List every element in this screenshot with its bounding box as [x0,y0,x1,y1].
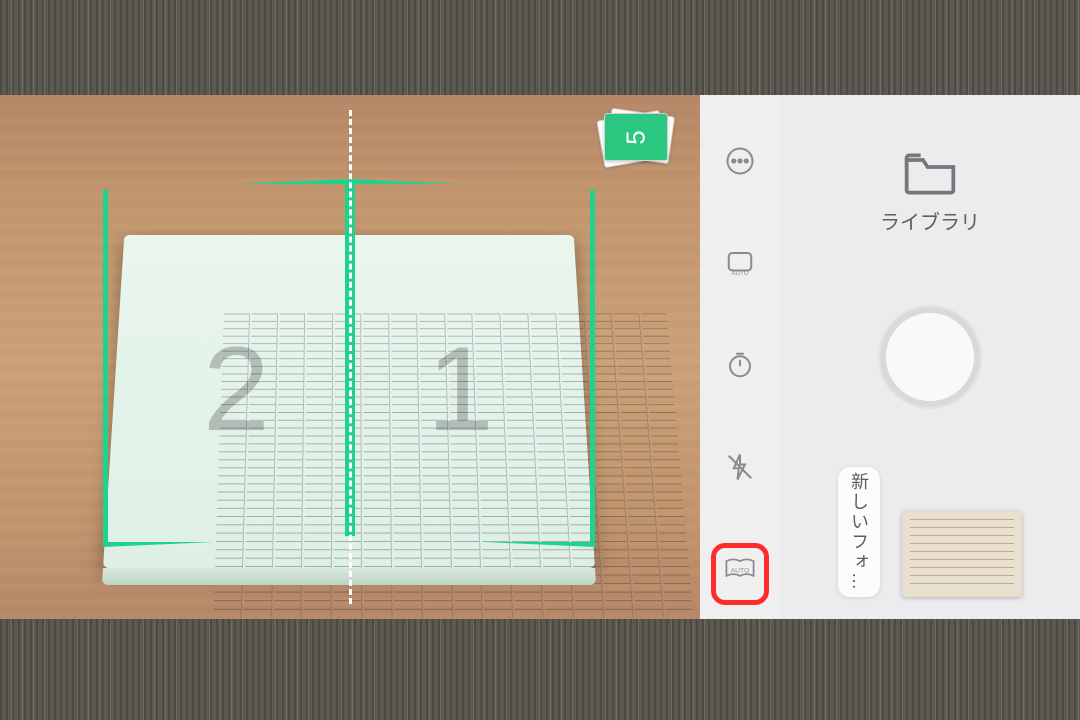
more-button[interactable] [718,139,762,183]
scanner-app: 2 1 5 AUTO AUTO ライブラリ [0,95,1080,619]
auto-frame-button[interactable]: AUTO [718,241,762,285]
page-detect-left [103,179,350,547]
book-auto-icon: AUTO [723,554,757,584]
spine-guide-line [349,110,352,604]
new-folder-label: 新しいフォ… [846,472,872,592]
shutter-button[interactable] [878,305,982,409]
flash-button[interactable] [718,445,762,489]
library-button[interactable]: ライブラリ [880,150,980,235]
control-panel: ライブラリ 新しいフォ… [780,95,1080,619]
timer-icon [725,350,755,380]
library-label: ライブラリ [880,206,980,235]
flash-off-icon [725,452,755,482]
folder-icon [902,150,958,198]
tool-strip: AUTO AUTO [700,95,780,619]
timer-button[interactable] [718,343,762,387]
camera-viewfinder: 2 1 5 [0,95,700,619]
book-auto-button[interactable]: AUTO [718,547,762,591]
new-folder-chip[interactable]: 新しいフォ… [838,467,880,597]
last-capture-thumbnail[interactable] [902,511,1022,597]
more-icon [725,146,755,176]
capture-stack-count: 5 [621,130,652,144]
svg-text:AUTO: AUTO [731,270,748,277]
page-detect-right [350,179,595,547]
capture-stack-button[interactable]: 5 [598,109,678,175]
auto-frame-icon: AUTO [725,248,755,278]
svg-text:AUTO: AUTO [731,567,750,574]
